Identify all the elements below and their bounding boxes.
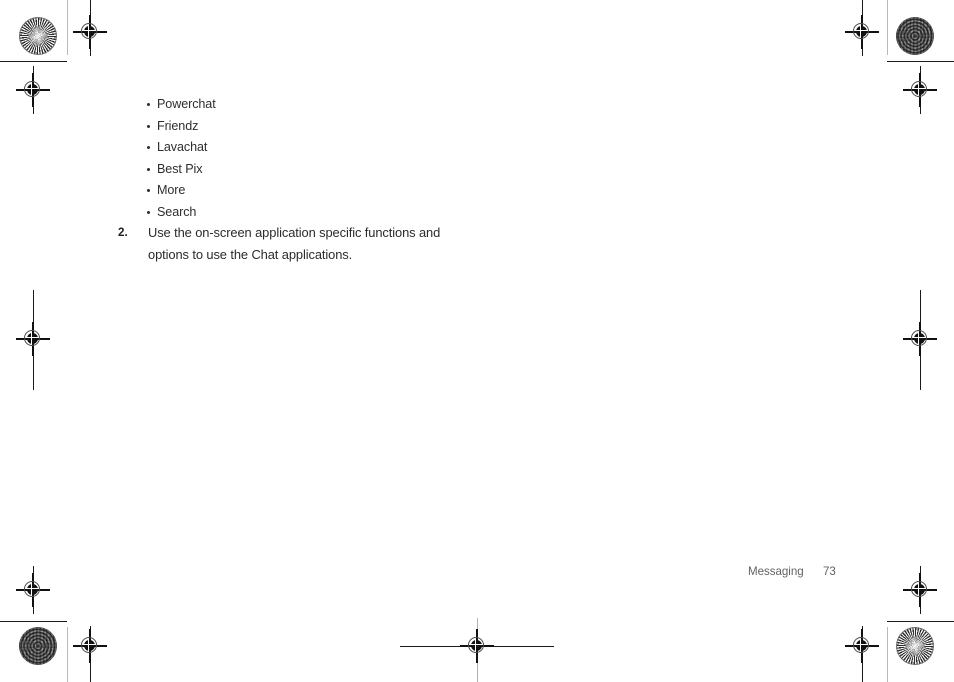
printed-manual-page: Powerchat Friendz Lavachat Best Pix More… xyxy=(0,0,954,682)
bullet-icon xyxy=(147,210,151,214)
step-body: Use the on-screen application specific f… xyxy=(148,222,538,266)
list-item-label: Friendz xyxy=(157,118,199,133)
step-number: 2. xyxy=(118,226,128,239)
bullet-icon xyxy=(147,124,151,128)
footer-section-name: Messaging xyxy=(748,565,804,578)
list-item-label: Powerchat xyxy=(157,97,216,111)
bullet-icon xyxy=(147,146,151,150)
list-item-label: Best Pix xyxy=(157,161,203,176)
page-content: Powerchat Friendz Lavachat Best Pix More… xyxy=(0,0,954,682)
list-item-label: Lavachat xyxy=(157,140,208,154)
bullet-icon xyxy=(147,189,151,193)
numbered-step-2: 2. Use the on-screen application specifi… xyxy=(118,222,538,266)
step-text-line-2: options to use the Chat applications. xyxy=(148,247,353,262)
footer-page-number: 73 xyxy=(823,565,836,578)
list-item-label: More xyxy=(157,183,186,197)
list-item-label: Search xyxy=(157,204,197,219)
step-text-line-1: Use the on-screen application specific f… xyxy=(148,225,441,240)
bullet-icon xyxy=(147,103,151,107)
bullet-icon xyxy=(147,167,151,171)
